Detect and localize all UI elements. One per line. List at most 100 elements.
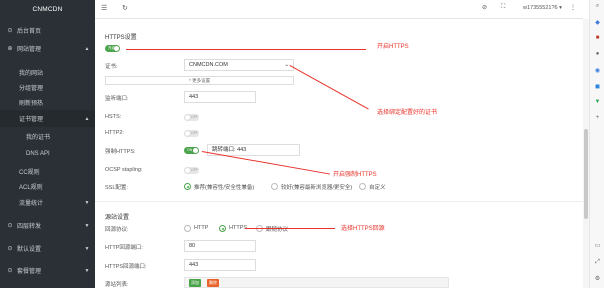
sidebar-item-acl[interactable]: ACL规则 xyxy=(0,178,95,195)
toggle-label: OFF xyxy=(191,168,198,172)
gear-icon[interactable]: ⚙ xyxy=(593,275,602,282)
sidebar-item-label: 我的网站 xyxy=(19,71,44,77)
ssl-option-label: 推荐(兼容性/安全性兼备) xyxy=(194,185,255,191)
user-menu[interactable]: w17355521?6 ▾ xyxy=(523,5,562,11)
jump-port-label: 跳转端口: xyxy=(212,147,236,153)
jump-port-value: 443 xyxy=(237,147,247,153)
chevron-down-icon: ⌄ xyxy=(284,62,289,68)
top-bar: ☰ ↻ ⊘ ⛶ w17355521?6 ▾ ⋮ xyxy=(95,0,583,19)
divider xyxy=(95,201,583,202)
chevron-down-icon: ▼ xyxy=(84,267,90,274)
annotation-enable-https: 开启HTTPS xyxy=(377,44,409,50)
ssl-radio-custom[interactable] xyxy=(359,183,366,190)
cert-select[interactable]: CNMCDN.COM ⌄ xyxy=(184,59,294,71)
more-icon[interactable]: ⋮ xyxy=(570,4,576,11)
add-origin-button[interactable]: 添加 xyxy=(189,279,201,287)
proto-radio-https[interactable] xyxy=(219,225,226,232)
settings-icon: ⊙ xyxy=(7,246,13,252)
sidebar-item-label: CC规则 xyxy=(19,170,40,176)
hsts-label: HSTS: xyxy=(105,114,122,120)
http-port-label: HTTP回源端口: xyxy=(105,245,143,251)
app-icon[interactable]: ▼ xyxy=(593,99,602,105)
listen-port-input[interactable]: 443 xyxy=(184,91,256,103)
annotation-select-cert: 选择绑定配置好的证书 xyxy=(377,110,438,116)
person-icon[interactable]: ● xyxy=(593,51,602,57)
https-toggle[interactable]: 开启 xyxy=(105,45,120,52)
chevron-up-icon: ▲ xyxy=(84,45,90,52)
browser-side-rail: ⌕ ◆ ■ ● ◉ ◼ ▼ + ▭ ⤢ ⚙ xyxy=(589,0,604,288)
refresh-icon[interactable]: ↻ xyxy=(122,4,128,12)
tag-icon[interactable]: ⊘ xyxy=(482,4,487,11)
annotation-origin-https: 选择HTTPS回源 xyxy=(341,226,385,232)
sidebar-item-label: 网站管理 xyxy=(17,47,42,53)
forward-icon: ⊙ xyxy=(7,223,13,229)
proto-radio-http[interactable] xyxy=(184,225,191,232)
hsts-toggle[interactable]: OFF xyxy=(184,114,199,121)
delete-origin-button[interactable]: 删除 xyxy=(207,279,219,287)
sidebar-item-label: ACL规则 xyxy=(19,185,43,191)
toggle-label: OFF xyxy=(191,131,198,135)
search-icon[interactable]: ⌕ xyxy=(593,3,602,10)
http2-label: HTTP2: xyxy=(105,130,124,136)
annotation-arrow xyxy=(245,228,335,229)
annotation-arrow xyxy=(126,49,366,50)
main-content: HTTPS设置 开启 证书: CNMCDN.COM ⌄ ^ 更多设置 监听端口: … xyxy=(95,19,583,288)
http2-toggle[interactable]: OFF xyxy=(184,130,199,137)
chevron-up-icon: ▲ xyxy=(84,115,90,122)
proto-option-label: 跟随协议 xyxy=(266,227,289,233)
chevron-down-icon: ▼ xyxy=(84,222,90,229)
sidebar-item-dns-api[interactable]: DNS API xyxy=(0,145,95,162)
toggle-label: OFF xyxy=(191,115,198,119)
origin-list-label: 源站列表: xyxy=(105,282,129,288)
outlook-icon[interactable]: ◼ xyxy=(593,83,602,90)
globe-icon: ⊕ xyxy=(7,46,13,52)
https-port-input[interactable]: 443 xyxy=(184,259,256,271)
ocsp-label: OCSP stapling: xyxy=(105,167,143,173)
annotation-force-https: 开启强制HTTPS xyxy=(333,172,377,178)
annotation-arrow xyxy=(289,65,369,110)
ssl-radio-better[interactable] xyxy=(271,183,278,190)
sidebar-item-packages[interactable]: ⊙ 套餐管理 ▼ xyxy=(0,262,95,279)
sidebar-item-label: 证书管理 xyxy=(19,117,44,123)
sidebar-item-traffic[interactable]: 流量统计 ▼ xyxy=(0,194,95,211)
toggle-label: ON xyxy=(187,148,193,152)
sidebar-item-defaults[interactable]: ⊙ 默认设置 ▼ xyxy=(0,240,95,257)
cert-label: 证书: xyxy=(105,64,118,70)
https-port-label: HTTPS回源端口: xyxy=(105,264,147,270)
sidebar-item-home[interactable]: ⊙ 后台首页 xyxy=(0,22,95,39)
origin-protocol-label: 回源协议: xyxy=(105,227,129,233)
more-settings-button[interactable]: ^ 更多设置 xyxy=(105,76,294,85)
origin-list-toolbar: 添加 删除 xyxy=(184,277,449,288)
expand-icon[interactable]: ⤢ xyxy=(593,259,602,266)
circle-icon[interactable]: ◉ xyxy=(593,67,602,74)
sidebar-item-label: 流量统计 xyxy=(19,201,44,207)
menu-icon[interactable]: ☰ xyxy=(101,4,107,12)
brand-logo: CNMCDN xyxy=(32,6,63,13)
briefcase-icon[interactable]: ■ xyxy=(593,35,602,41)
sidebar-item-label: 套餐管理 xyxy=(17,269,42,275)
tag-icon[interactable]: ◆ xyxy=(593,19,602,26)
sidebar-item-purge[interactable]: 刷新预热 xyxy=(0,94,95,111)
proto-option-label: HTTP xyxy=(194,225,209,231)
sidebar-toggle-icon[interactable]: ▭ xyxy=(593,242,602,249)
ssl-option-label: 自定义 xyxy=(369,185,386,191)
ssl-option-label: 较好(兼容最新浏览器/更安全) xyxy=(281,185,353,191)
package-icon: ⊙ xyxy=(7,268,13,274)
sidebar-item-sites[interactable]: ⊕ 网站管理 ▲ xyxy=(0,40,95,57)
force-https-label: 强制HTTPS: xyxy=(105,149,136,155)
sidebar-item-l4[interactable]: ⊙ 四层转发 ▼ xyxy=(0,217,95,234)
add-icon[interactable]: + xyxy=(593,115,602,121)
chevron-down-icon: ▼ xyxy=(84,199,90,206)
ssl-radio-recommended[interactable] xyxy=(184,183,191,190)
force-https-toggle[interactable]: ON xyxy=(184,147,199,154)
sidebar-item-label: 刷新预热 xyxy=(19,101,44,107)
http-port-input[interactable]: 80 xyxy=(184,240,256,252)
home-icon: ⊙ xyxy=(7,28,13,34)
cert-value: CNMCDN.COM xyxy=(189,62,228,68)
fullscreen-icon[interactable]: ⛶ xyxy=(501,4,505,11)
sidebar-item-label: 四层转发 xyxy=(17,224,42,230)
scrollbar-thumb[interactable] xyxy=(584,129,588,219)
sidebar-item-my-certs[interactable]: 我的证书 xyxy=(0,128,95,145)
sidebar-item-certs[interactable]: 证书管理 ▲ xyxy=(0,110,95,127)
ocsp-toggle[interactable]: OFF xyxy=(184,167,199,174)
